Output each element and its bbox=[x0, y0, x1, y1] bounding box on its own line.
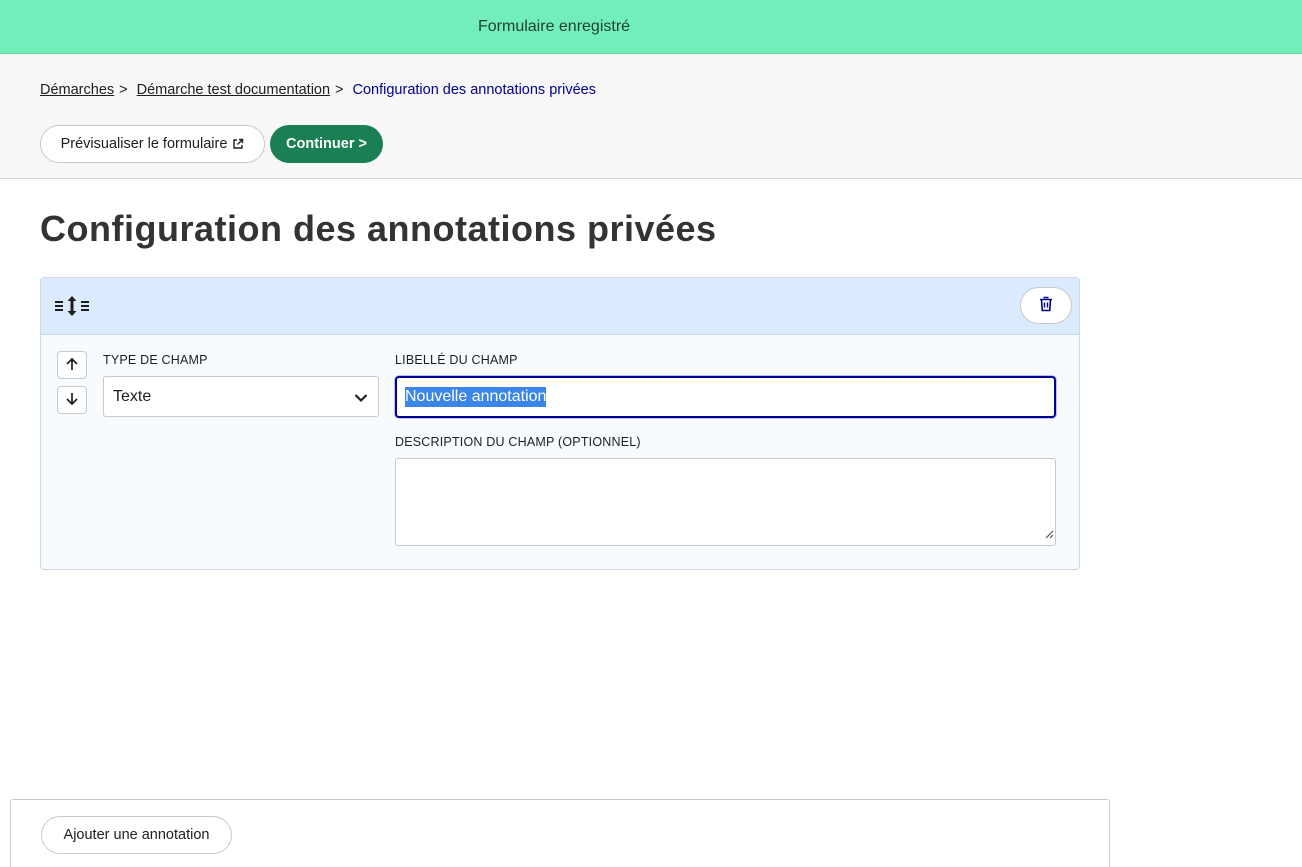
field-type-select[interactable]: Texte bbox=[103, 376, 379, 417]
flash-message: Formulaire enregistré bbox=[478, 18, 631, 35]
description-textarea[interactable] bbox=[395, 458, 1056, 546]
move-up-button[interactable] bbox=[57, 351, 87, 379]
delete-annotation-button[interactable] bbox=[1020, 287, 1072, 324]
external-link-icon bbox=[232, 138, 244, 150]
flash-banner: Formulaire enregistré bbox=[0, 0, 1302, 54]
continue-button[interactable]: Continuer > bbox=[270, 125, 383, 163]
description-field-label: DESCRIPTION DU CHAMP (OPTIONNEL) bbox=[395, 435, 641, 449]
page-title: Configuration des annotations privées bbox=[40, 208, 717, 249]
drag-handle-icon[interactable] bbox=[55, 295, 89, 322]
preview-form-label: Prévisualiser le formulaire bbox=[60, 136, 228, 152]
chevron-down-icon bbox=[354, 390, 368, 408]
annotation-card: TYPE DE CHAMP Texte LIBELLÉ DU CHAMP Nou… bbox=[40, 277, 1080, 570]
libelle-input-value: Nouvelle annotation bbox=[405, 387, 547, 407]
annotation-card-header bbox=[41, 278, 1079, 335]
arrow-down-icon bbox=[65, 392, 79, 409]
trash-icon bbox=[1039, 296, 1053, 315]
page-header: Démarches > Démarche test documentation … bbox=[0, 54, 1302, 179]
breadcrumb-separator: > bbox=[119, 82, 128, 98]
libelle-input[interactable]: Nouvelle annotation bbox=[395, 376, 1056, 418]
arrow-up-icon bbox=[65, 357, 79, 374]
breadcrumb-link-demarches[interactable]: Démarches bbox=[40, 82, 114, 98]
preview-form-button[interactable]: Prévisualiser le formulaire bbox=[40, 125, 265, 163]
breadcrumb-link-demarche[interactable]: Démarche test documentation bbox=[137, 82, 330, 98]
resize-grip-icon[interactable] bbox=[1044, 526, 1054, 544]
add-annotation-button[interactable]: Ajouter une annotation bbox=[41, 816, 232, 854]
libelle-field-label: LIBELLÉ DU CHAMP bbox=[395, 353, 518, 367]
breadcrumb-current: Configuration des annotations privées bbox=[352, 82, 596, 98]
breadcrumb-separator: > bbox=[335, 82, 344, 98]
field-type-value: Texte bbox=[113, 387, 152, 405]
type-field-label: TYPE DE CHAMP bbox=[103, 353, 208, 367]
footer-bar: Ajouter une annotation bbox=[10, 799, 1110, 867]
move-down-button[interactable] bbox=[57, 386, 87, 414]
breadcrumb: Démarches > Démarche test documentation … bbox=[40, 82, 596, 98]
